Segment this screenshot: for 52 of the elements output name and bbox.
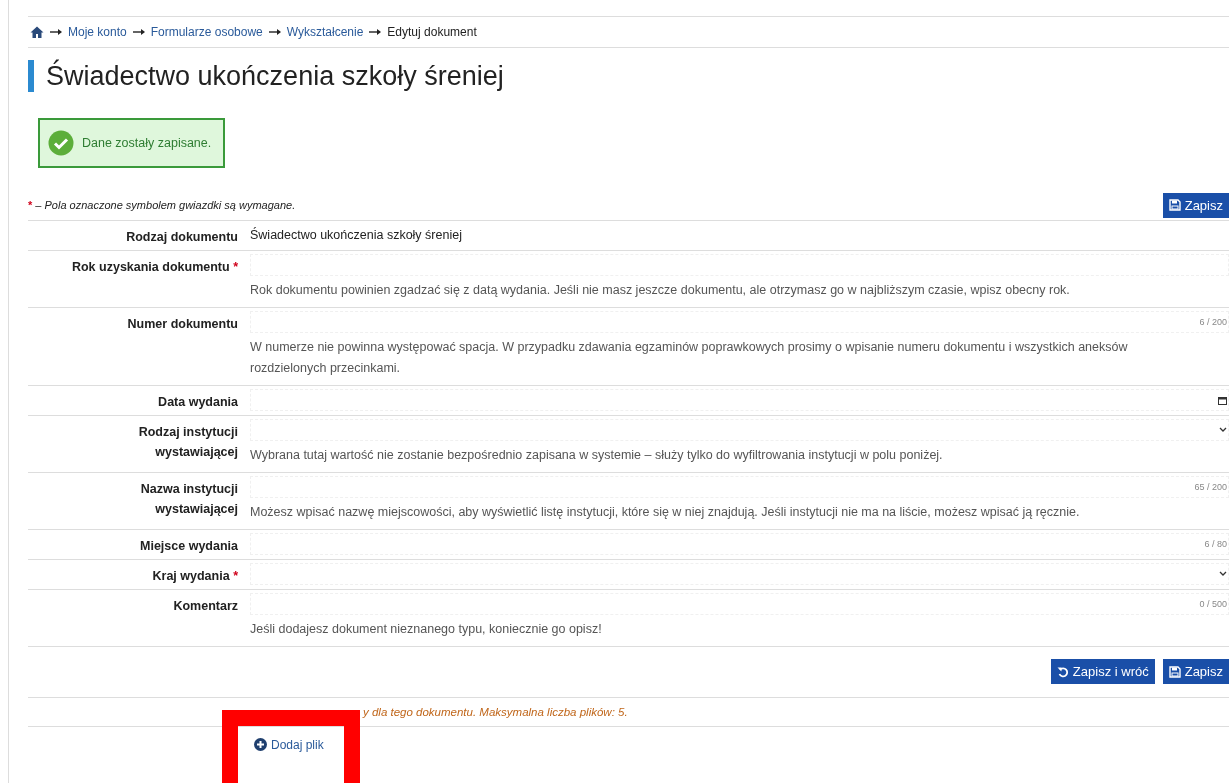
check-icon bbox=[48, 130, 74, 156]
field-label: Miejsce wydania bbox=[139, 538, 238, 555]
character-counter: 0 / 500 bbox=[1199, 599, 1227, 609]
field-label: Kraj wydania * bbox=[151, 568, 238, 585]
field-label: Numer dokumentu bbox=[126, 316, 238, 333]
arrow-icon bbox=[50, 29, 62, 35]
title-accent-bar bbox=[28, 60, 34, 92]
field-label: Nazwa instytucji wystawiającej bbox=[139, 481, 238, 518]
save-icon bbox=[1168, 199, 1181, 211]
text-field[interactable]: 65 / 200 bbox=[250, 476, 1229, 498]
plus-circle-icon bbox=[254, 738, 267, 751]
save-button[interactable]: Zapisz bbox=[1162, 659, 1229, 684]
calendar-icon bbox=[1218, 395, 1227, 405]
chevron-down-icon bbox=[1219, 571, 1227, 577]
add-file-link[interactable]: Dodaj plik bbox=[254, 737, 324, 752]
page-title: Świadectwo ukończenia szkoły śreniej bbox=[46, 60, 504, 92]
field-hint: Wybrana tutaj wartość nie zostanie bezpośrednio zapisana w systemie – służy tylko do wyfiltrowania instytucji w polu poniżej. bbox=[250, 447, 944, 464]
home-icon[interactable] bbox=[30, 26, 44, 38]
text-field[interactable]: 0 / 500 bbox=[250, 593, 1229, 615]
files-note: y dla tego dokumentu. Maksymalna liczba plików: 5. bbox=[363, 706, 628, 718]
notice-text: Dane zostały zapisane. bbox=[82, 136, 212, 150]
field-value: Świadectwo ukończenia szkoły śreniej bbox=[250, 226, 463, 244]
save-icon bbox=[1168, 665, 1181, 678]
save-and-return-button[interactable]: Zapisz i wróć bbox=[1050, 659, 1155, 684]
chevron-down-icon bbox=[1219, 427, 1227, 433]
save-button[interactable]: Zapisz bbox=[1162, 192, 1229, 218]
field-hint: Jeśli dodajesz dokument nieznanego typu, koniecznie go opisz! bbox=[250, 621, 603, 638]
select-field[interactable] bbox=[250, 563, 1229, 585]
arrow-icon bbox=[132, 29, 145, 35]
select-field[interactable] bbox=[250, 419, 1229, 441]
text-field[interactable]: 6 / 80 bbox=[250, 533, 1229, 555]
field-label: Komentarz bbox=[172, 598, 238, 615]
breadcrumb-link[interactable]: Wykształcenie bbox=[286, 25, 364, 39]
breadcrumb-current: Edytuj dokument bbox=[387, 25, 477, 39]
arrow-icon bbox=[369, 29, 382, 35]
breadcrumb-link[interactable]: Moje konto bbox=[68, 25, 127, 39]
character-counter: 65 / 200 bbox=[1194, 482, 1227, 492]
date-field[interactable] bbox=[250, 389, 1229, 411]
character-counter: 6 / 200 bbox=[1199, 317, 1227, 327]
breadcrumb-link[interactable]: Formularze osobowe bbox=[150, 25, 263, 39]
arrow-icon bbox=[268, 29, 281, 35]
undo-icon bbox=[1056, 665, 1069, 678]
field-hint: Rok dokumentu powinien zgadzać się z datą wydania. Jeśli nie masz jeszcze dokumentu, ale otrzymasz go w najbliższym czasie, wpisz obecny rok. bbox=[250, 282, 1071, 299]
required-note: * – Pola oznaczone symbolem gwiazdki są wymagane. bbox=[28, 199, 296, 211]
field-label: Rodzaj dokumentu bbox=[125, 229, 238, 246]
field-hint: Możesz wpisać nazwę miejscowości, aby wyświetlić listę instytucji, które się w niej znajdują. Jeśli instytucji nie ma na liście, możesz wpisać ją ręcznie. bbox=[250, 504, 1081, 521]
character-counter: 6 / 80 bbox=[1204, 539, 1227, 549]
text-field[interactable]: 6 / 200 bbox=[250, 311, 1229, 333]
field-label: Data wydania bbox=[157, 394, 238, 411]
field-label: Rok uzyskania dokumentu * bbox=[70, 259, 238, 276]
field-label: Rodzaj instytucji wystawiającej bbox=[137, 424, 238, 461]
field-hint: W numerze nie powinna występować spacja. W przypadku zdawania egzaminów poprawkowych prosimy o wpisanie numeru dokumentu i wszystkich aneksów rozdzielonych przecinkami. bbox=[250, 339, 1129, 377]
